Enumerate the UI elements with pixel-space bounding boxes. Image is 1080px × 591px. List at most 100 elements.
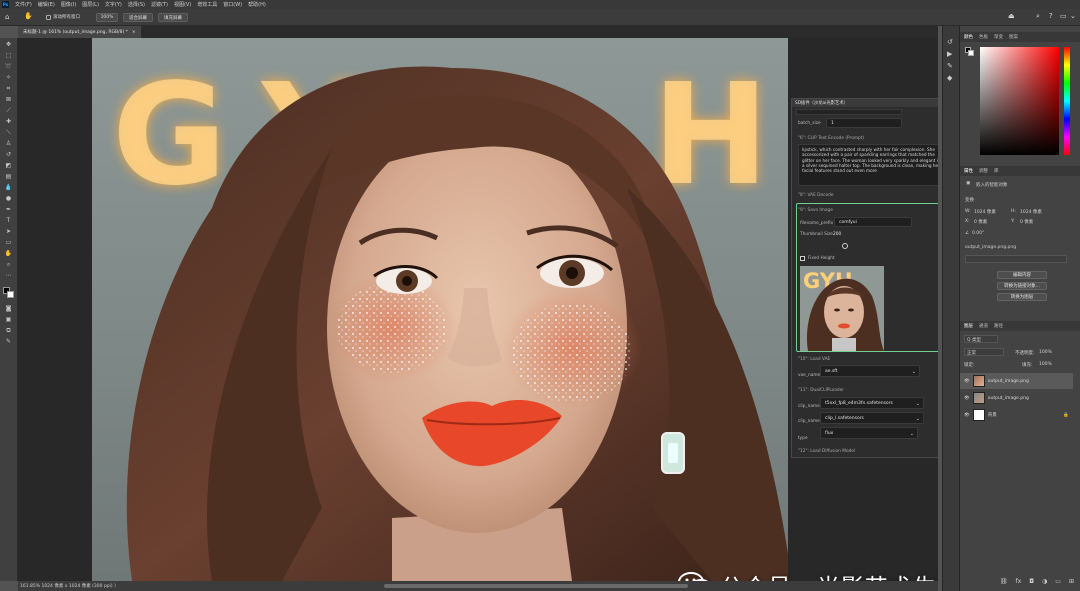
eye-icon[interactable]: 👁 [964, 413, 970, 418]
menu-type[interactable]: 文字(Y) [105, 1, 122, 8]
adjustment-icon[interactable]: ◑ [1042, 578, 1047, 585]
width-value[interactable]: 1024 像素 [974, 209, 996, 215]
zoom-100-button[interactable]: 100% [96, 13, 118, 22]
fx-icon[interactable]: fx [1016, 578, 1022, 585]
height-value[interactable]: 1024 像素 [1020, 209, 1042, 215]
prompt-textarea[interactable]: lipstick, which contrasted sharply with … [798, 144, 938, 186]
healing-brush-tool-icon[interactable]: ✚ [4, 117, 13, 126]
convert-linked-button[interactable]: 转换为链接对象... [997, 282, 1047, 290]
edit-toolbar-icon[interactable]: ✎ [4, 337, 13, 346]
eyedropper-tool-icon[interactable]: ⟋ [4, 106, 13, 115]
document-image[interactable]: G Y H G Y H [92, 38, 788, 581]
tab-paths[interactable]: 路径 [994, 323, 1003, 329]
eraser-tool-icon[interactable]: ◩ [4, 161, 13, 170]
convert-layers-button[interactable]: 转换为图层 [997, 293, 1047, 301]
quick-mask-icon[interactable]: ◙ [4, 304, 13, 313]
menu-file[interactable]: 文件(F) [15, 1, 32, 8]
fixed-height-checkbox[interactable] [800, 256, 805, 261]
tab-patterns[interactable]: 图案 [1009, 34, 1018, 40]
eye-icon[interactable]: 👁 [964, 379, 970, 384]
blend-mode-select[interactable]: 正常 [964, 348, 1004, 356]
background-color-swatch[interactable] [7, 291, 14, 298]
tab-libraries[interactable]: 库 [994, 168, 999, 174]
share-icon[interactable]: ⏏ [1008, 12, 1015, 20]
comfy-panel-icon[interactable]: ◆ [947, 74, 952, 82]
color-bg-swatch[interactable] [968, 50, 974, 56]
help-icon[interactable]: ? [1049, 12, 1053, 20]
clip-name2-select[interactable]: clip_l.safetensors ⌄ [820, 412, 924, 424]
clone-stamp-tool-icon[interactable]: ♙ [4, 139, 13, 148]
type-tool-icon[interactable]: T [4, 216, 13, 225]
tab-gradients[interactable]: 渐变 [994, 34, 1003, 40]
image-preview[interactable]: GYH [800, 266, 884, 351]
mask-icon[interactable]: ◘ [1029, 578, 1034, 585]
comfy-top-field[interactable] [796, 109, 902, 115]
frame-tool-icon[interactable]: ⊠ [4, 95, 13, 104]
canvas-area[interactable]: G Y H G Y H [18, 38, 938, 581]
history-icon[interactable]: ↺ [947, 38, 953, 46]
layer-comp-dropdown[interactable] [965, 255, 1067, 263]
layer-row[interactable]: 👁 背景 🔒 [960, 407, 1073, 423]
opacity-value[interactable]: 100% [1039, 350, 1052, 355]
more-tools-icon[interactable]: ⋯ [4, 271, 13, 280]
x-value[interactable]: 0 像素 [974, 219, 987, 225]
menu-edit[interactable]: 编辑(E) [38, 1, 55, 8]
layer-name[interactable]: output_image.png [988, 379, 1029, 384]
link-icon[interactable]: ⛓ [1000, 578, 1008, 585]
menu-window[interactable]: 窗口(W) [223, 1, 242, 8]
workspace-icon[interactable]: ▭ [1060, 12, 1067, 20]
fill-value[interactable]: 100% [1039, 362, 1052, 367]
move-tool-icon[interactable]: ✥ [4, 40, 13, 49]
type-select[interactable]: flux ⌄ [820, 427, 918, 439]
gradient-tool-icon[interactable]: ▤ [4, 172, 13, 181]
vae-name-select[interactable]: ae.sft ⌄ [820, 365, 920, 377]
color-picker-field[interactable] [980, 47, 1059, 155]
filename-prefix-input[interactable]: comfyui [834, 217, 912, 227]
lasso-tool-icon[interactable]: ➰ [4, 62, 13, 71]
tab-layers[interactable]: 图层 [964, 323, 973, 329]
artboard-icon[interactable]: ⧉ [4, 326, 13, 335]
angle-value[interactable]: 0.00° [972, 231, 984, 236]
folder-icon[interactable]: ▭ [1055, 578, 1061, 585]
shape-tool-icon[interactable]: ▭ [4, 238, 13, 247]
batch-size-input[interactable]: 1 [826, 118, 902, 128]
dodge-tool-icon[interactable]: ● [4, 194, 13, 203]
screen-mode-icon[interactable]: ▣ [4, 315, 13, 324]
hand-tool-icon[interactable]: ✋ [4, 249, 13, 258]
layer-kind-filter[interactable]: Q 类型 [964, 335, 998, 343]
edit-contents-button[interactable]: 编辑内容 [997, 271, 1047, 279]
home-icon[interactable]: ⌂ [5, 13, 13, 21]
hand-tool-icon[interactable]: ✋ [24, 12, 36, 22]
menu-image[interactable]: 图像(I) [61, 1, 76, 8]
actions-icon[interactable]: ▶ [947, 50, 952, 58]
layer-name[interactable]: output_image.png [988, 396, 1029, 401]
pen-tool-icon[interactable]: ✒ [4, 205, 13, 214]
path-select-tool-icon[interactable]: ➤ [4, 227, 13, 236]
layer-row[interactable]: 👁 output_image.png [960, 390, 1073, 406]
fit-screen-button[interactable]: 适合屏幕 [123, 13, 153, 22]
layer-row[interactable]: 👁 output_image.png [960, 373, 1073, 389]
eye-icon[interactable]: 👁 [964, 396, 970, 401]
fill-screen-button[interactable]: 填充屏幕 [158, 13, 188, 22]
tab-adjustments[interactable]: 调整 [979, 168, 988, 174]
chevron-down-icon[interactable]: ⌄ [1070, 12, 1076, 20]
tab-channels[interactable]: 通道 [979, 323, 988, 329]
marquee-tool-icon[interactable]: ⬚ [4, 51, 13, 60]
menu-select[interactable]: 选择(S) [128, 1, 145, 8]
scroll-all-checkbox[interactable] [46, 15, 51, 20]
history-brush-tool-icon[interactable]: ↺ [4, 150, 13, 159]
clip-name1-select[interactable]: t5xxl_fp8_e4m3fn.safetensors ⌄ [820, 397, 924, 409]
menu-filter[interactable]: 滤镜(T) [151, 1, 168, 8]
tab-color[interactable]: 颜色 [964, 34, 973, 40]
new-layer-icon[interactable]: ⊞ [1069, 578, 1074, 585]
crop-tool-icon[interactable]: ⌗ [4, 84, 13, 93]
menu-view[interactable]: 视图(V) [174, 1, 191, 8]
document-tab[interactable]: 未标题-1 @ 161% (output_image.png, RGB/8) *… [18, 26, 141, 38]
quick-select-tool-icon[interactable]: ✧ [4, 73, 13, 82]
slider-handle[interactable] [842, 243, 848, 249]
blur-tool-icon[interactable]: 💧 [4, 183, 13, 192]
menu-help[interactable]: 帮助(H) [248, 1, 266, 8]
close-icon[interactable]: × [132, 30, 136, 35]
zoom-tool-icon[interactable]: ⌕ [4, 260, 13, 269]
menu-plugins[interactable]: 增效工具 [197, 1, 217, 8]
